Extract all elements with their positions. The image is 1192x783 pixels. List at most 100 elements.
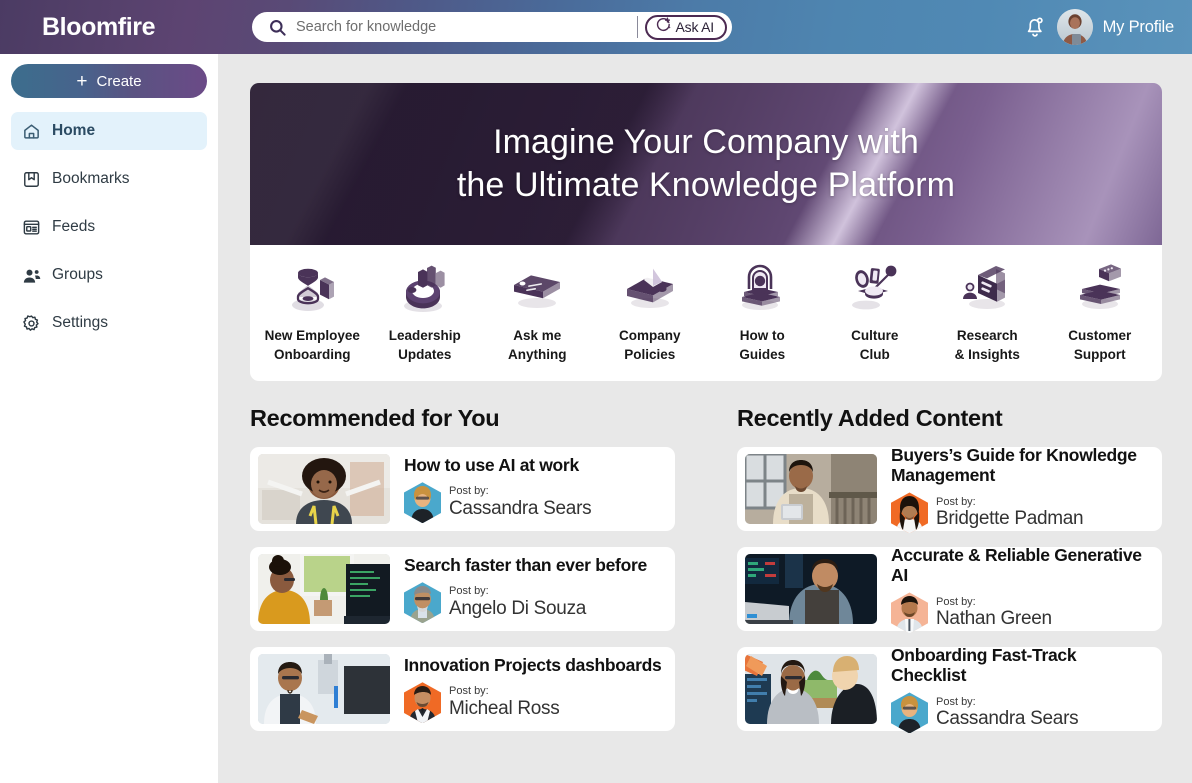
byline-text: Post by: Cassandra Sears [936, 695, 1079, 730]
create-button[interactable]: + Create [11, 64, 207, 98]
search-divider [636, 16, 638, 38]
sidebar-item-label: Bookmarks [52, 170, 130, 187]
list-item[interactable]: Buyers’s Guide for Knowledge Management [737, 445, 1162, 534]
card-body: Buyers’s Guide for Knowledge Management [877, 445, 1154, 534]
byline-text: Post by: Angelo Di Souza [449, 585, 587, 620]
byline: Post by: Nathan Green [891, 592, 1154, 634]
hero-title: Imagine Your Company with the Ultimate K… [457, 121, 955, 207]
author-avatar [404, 682, 441, 724]
sidebar-item-label: Settings [52, 314, 109, 331]
home-icon [22, 122, 41, 141]
card-body: Search faster than ever before Post by: … [390, 554, 667, 624]
bookmark-icon [22, 170, 41, 189]
monitor-research-icon [956, 257, 1018, 319]
plus-icon: + [76, 70, 88, 92]
card-title: Accurate & Reliable Generative AI [891, 544, 1142, 585]
card-thumbnail [258, 654, 390, 724]
author-name: Micheal Ross [449, 698, 560, 720]
author-name: Cassandra Sears [936, 708, 1079, 730]
author-name: Nathan Green [936, 608, 1052, 630]
list-item[interactable]: Onboarding Fast-Track Checklist Post by:… [737, 645, 1162, 734]
card-title: Innovation Projects dashboards [404, 654, 662, 675]
post-by-label: Post by: [936, 595, 976, 608]
sidebar-item-label: Feeds [52, 218, 96, 235]
tile-ask-me-anything[interactable]: Ask me Anything [481, 255, 594, 364]
tile-how-to-guides[interactable]: How to Guides [706, 255, 819, 364]
card-thumbnail [745, 554, 877, 624]
ask-ai-button[interactable]: Ask AI [644, 14, 727, 40]
byline-text: Post by: Cassandra Sears [449, 485, 592, 520]
list-item[interactable]: Accurate & Reliable Generative AI Post b… [737, 545, 1162, 634]
archway-steps-icon [731, 257, 793, 319]
card-title: How to use AI at work [404, 454, 579, 475]
sidebar-item-groups[interactable]: Groups [11, 256, 207, 294]
sidebar-item-home[interactable]: Home [11, 112, 207, 150]
sidebar-item-label: Home [52, 122, 96, 139]
post-by-label: Post by: [936, 495, 976, 508]
podium-chart-icon [394, 257, 456, 319]
balloons-icon [844, 257, 906, 319]
ask-ai-label: Ask AI [675, 19, 715, 35]
sidebar-item-feeds[interactable]: Feeds [11, 208, 207, 246]
tile-company-policies[interactable]: Company Policies [594, 255, 707, 364]
card-thumbnail [258, 454, 390, 524]
hero-title-line1: Imagine Your Company with [493, 123, 919, 162]
byline: Post by: Cassandra Sears [404, 482, 667, 524]
card-body: Onboarding Fast-Track Checklist Post by:… [877, 645, 1154, 734]
main-content: Imagine Your Company with the Ultimate K… [218, 54, 1192, 783]
ai-sparkle-icon [655, 16, 672, 38]
byline: Post by: Cassandra Sears [891, 692, 1154, 734]
post-by-label: Post by: [936, 695, 976, 708]
tile-label: Research & Insights [954, 328, 1020, 362]
post-by-label: Post by: [449, 485, 489, 498]
byline: Post by: Angelo Di Souza [404, 582, 667, 624]
content-columns: Recommended for You How to use AI at wor… [218, 405, 1192, 747]
card-title: Onboarding Fast-Track Checklist [891, 644, 1077, 685]
tile-culture-club[interactable]: Culture Club [819, 255, 932, 364]
sidebar-item-settings[interactable]: Settings [11, 304, 207, 342]
hourglass-book-icon [281, 257, 343, 319]
category-tiles: New Employee Onboarding Leadership Updat… [250, 245, 1162, 381]
section-title-recommended: Recommended for You [250, 405, 500, 431]
brand-logo[interactable]: Bloomfire [42, 13, 208, 42]
byline-text: Post by: Nathan Green [936, 595, 1052, 630]
search-input[interactable] [290, 13, 637, 41]
author-avatar [404, 482, 441, 524]
section-title-recent: Recently Added Content [737, 405, 1003, 431]
byline: Post by: Bridgette Padman [891, 492, 1154, 534]
recent-column: Recently Added Content Buyers’s Guide fo… [737, 405, 1162, 747]
tile-research-insights[interactable]: Research & Insights [931, 255, 1044, 364]
list-item[interactable]: Search faster than ever before Post by: … [250, 547, 675, 631]
tile-new-employee-onboarding[interactable]: New Employee Onboarding [256, 255, 369, 364]
chat-steps-icon [1069, 257, 1131, 319]
post-by-label: Post by: [449, 585, 489, 598]
search-icon [264, 18, 290, 37]
tile-label: Culture Club [851, 328, 899, 362]
card-title: Buyers’s Guide for Knowledge Management [891, 444, 1137, 485]
card-thumbnail [745, 454, 877, 524]
author-name: Cassandra Sears [449, 498, 592, 520]
hero-banner: Imagine Your Company with the Ultimate K… [250, 83, 1162, 245]
bell-icon[interactable] [1023, 14, 1047, 40]
recommended-column: Recommended for You How to use AI at wor… [250, 405, 675, 747]
card-thumbnail [745, 654, 877, 724]
card-body: How to use AI at work Post by: Cassandra… [390, 454, 667, 524]
list-item[interactable]: How to use AI at work Post by: Cassandra… [250, 447, 675, 531]
author-avatar [891, 692, 928, 734]
tile-label: How to Guides [739, 328, 786, 362]
sidebar: + Create Home Bookmarks Feeds Groups Set… [0, 54, 218, 783]
tile-leadership-updates[interactable]: Leadership Updates [369, 255, 482, 364]
keyboard-icon [506, 257, 568, 319]
tile-customer-support[interactable]: Customer Support [1044, 255, 1157, 364]
card-title: Search faster than ever before [404, 554, 647, 575]
author-name: Angelo Di Souza [449, 598, 587, 620]
sidebar-item-bookmarks[interactable]: Bookmarks [11, 160, 207, 198]
create-button-label: Create [96, 72, 142, 90]
card-body: Accurate & Reliable Generative AI Post b… [877, 545, 1154, 634]
avatar[interactable] [1056, 9, 1093, 45]
my-profile-label[interactable]: My Profile [1103, 18, 1175, 37]
author-name: Bridgette Padman [936, 508, 1084, 530]
list-item[interactable]: Innovation Projects dashboards Post by: … [250, 647, 675, 731]
author-avatar [891, 592, 928, 634]
gear-icon [22, 314, 41, 333]
